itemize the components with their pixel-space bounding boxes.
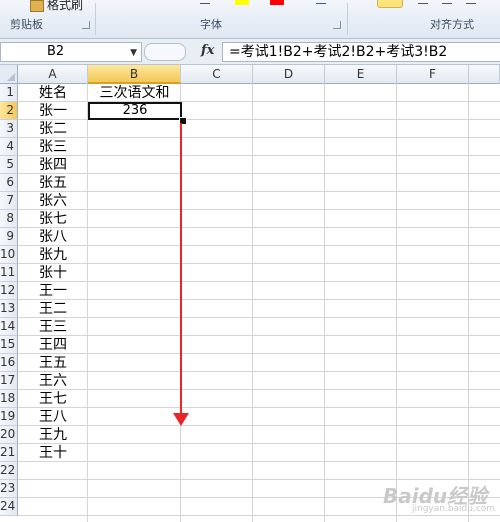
font-settings-button[interactable]: [316, 0, 326, 4]
font-color-swatch[interactable]: [270, 0, 284, 5]
row-header-2[interactable]: 2: [0, 102, 18, 120]
row-header-18[interactable]: 18: [0, 390, 18, 408]
formula-input[interactable]: =考试1!B2+考试2!B2+考试3!B2: [222, 42, 500, 62]
paintbrush-icon: [30, 0, 44, 12]
cell-a14[interactable]: 王三: [18, 318, 88, 336]
row-header-13[interactable]: 13: [0, 300, 18, 318]
align-button-1[interactable]: [418, 0, 428, 4]
row-header-3[interactable]: 3: [0, 120, 18, 138]
format-painter-button[interactable]: 格式刷: [30, 0, 100, 12]
insert-function-icon[interactable]: fx: [201, 43, 214, 58]
chevron-down-icon[interactable]: ▼: [130, 48, 137, 58]
align-button-3[interactable]: [466, 0, 476, 4]
name-box[interactable]: B2 ▼: [0, 42, 142, 62]
group-separator: [347, 3, 348, 35]
row-header-24[interactable]: 24: [0, 498, 18, 516]
align-button-2[interactable]: [442, 0, 452, 4]
cell-a9[interactable]: 张八: [18, 228, 88, 246]
cell-a8[interactable]: 张七: [18, 210, 88, 228]
column-header-b[interactable]: B: [88, 65, 181, 84]
column-header-e[interactable]: E: [325, 65, 397, 84]
border-button[interactable]: [200, 0, 210, 4]
cell-grid[interactable]: [18, 84, 500, 522]
row-header-21[interactable]: 21: [0, 444, 18, 462]
watermark-url: jingyan.baidu.com: [412, 504, 496, 514]
font-group-label: 字体: [200, 18, 222, 31]
cell-a19[interactable]: 王八: [18, 408, 88, 426]
row-header-11[interactable]: 11: [0, 264, 18, 282]
column-header-c[interactable]: C: [181, 65, 253, 84]
column-header-a[interactable]: A: [18, 65, 88, 84]
ribbon: 格式刷 剪贴板 字体 对齐方式: [0, 0, 500, 39]
column-header-d[interactable]: D: [253, 65, 325, 84]
cell-a11[interactable]: 张十: [18, 264, 88, 282]
cell-a16[interactable]: 王五: [18, 354, 88, 372]
cell-a13[interactable]: 王二: [18, 300, 88, 318]
row-header-9[interactable]: 9: [0, 228, 18, 246]
cell-a17[interactable]: 王六: [18, 372, 88, 390]
cell-a21[interactable]: 王十: [18, 444, 88, 462]
cell-a6[interactable]: 张五: [18, 174, 88, 192]
row-header-1[interactable]: 1: [0, 84, 18, 102]
cell-a20[interactable]: 王九: [18, 426, 88, 444]
format-painter-label: 格式刷: [47, 0, 84, 12]
cell-a15[interactable]: 王四: [18, 336, 88, 354]
row-header-6[interactable]: 6: [0, 174, 18, 192]
row-header-8[interactable]: 8: [0, 210, 18, 228]
cell-a4[interactable]: 张三: [18, 138, 88, 156]
row-header-7[interactable]: 7: [0, 192, 18, 210]
cell-a7[interactable]: 张六: [18, 192, 88, 210]
highlight-color-swatch[interactable]: [235, 0, 249, 5]
cell-a5[interactable]: 张四: [18, 156, 88, 174]
cell-a10[interactable]: 张九: [18, 246, 88, 264]
select-all-triangle-icon: [7, 73, 15, 81]
column-header-g[interactable]: [469, 65, 500, 84]
cell-a3[interactable]: 张二: [18, 120, 88, 138]
row-header-15[interactable]: 15: [0, 336, 18, 354]
font-launcher-icon[interactable]: [333, 21, 341, 29]
cell-a1[interactable]: 姓名: [18, 84, 88, 102]
row-header-22[interactable]: 22: [0, 462, 18, 480]
column-header-f[interactable]: F: [397, 65, 469, 84]
cell-a12[interactable]: 王一: [18, 282, 88, 300]
row-header-14[interactable]: 14: [0, 318, 18, 336]
select-all-corner[interactable]: [0, 65, 18, 84]
cell-a2[interactable]: 张一: [18, 102, 88, 120]
clipboard-launcher-icon[interactable]: [82, 21, 90, 29]
alignment-group-label: 对齐方式: [430, 18, 474, 31]
formula-bar: B2 ▼ fx =考试1!B2+考试2!B2+考试3!B2: [0, 39, 500, 65]
row-header-16[interactable]: 16: [0, 354, 18, 372]
row-header-4[interactable]: 4: [0, 138, 18, 156]
formula-bar-resize-handle[interactable]: [144, 43, 186, 61]
fill-down-arrow-head-icon: [173, 413, 189, 426]
active-cell-b2[interactable]: 236: [88, 102, 182, 120]
clipboard-group-label: 剪贴板: [10, 18, 43, 31]
group-separator: [95, 3, 96, 35]
fill-down-arrow-line: [180, 123, 182, 415]
row-header-5[interactable]: 5: [0, 156, 18, 174]
row-header-20[interactable]: 20: [0, 426, 18, 444]
row-header-23[interactable]: 23: [0, 480, 18, 498]
name-box-value: B2: [47, 44, 65, 59]
row-header-17[interactable]: 17: [0, 372, 18, 390]
row-header-12[interactable]: 12: [0, 282, 18, 300]
row-header-10[interactable]: 10: [0, 246, 18, 264]
row-header-19[interactable]: 19: [0, 408, 18, 426]
wrap-text-button[interactable]: [377, 0, 403, 8]
cell-a18[interactable]: 王七: [18, 390, 88, 408]
cell-b1[interactable]: 三次语文和: [88, 84, 181, 102]
